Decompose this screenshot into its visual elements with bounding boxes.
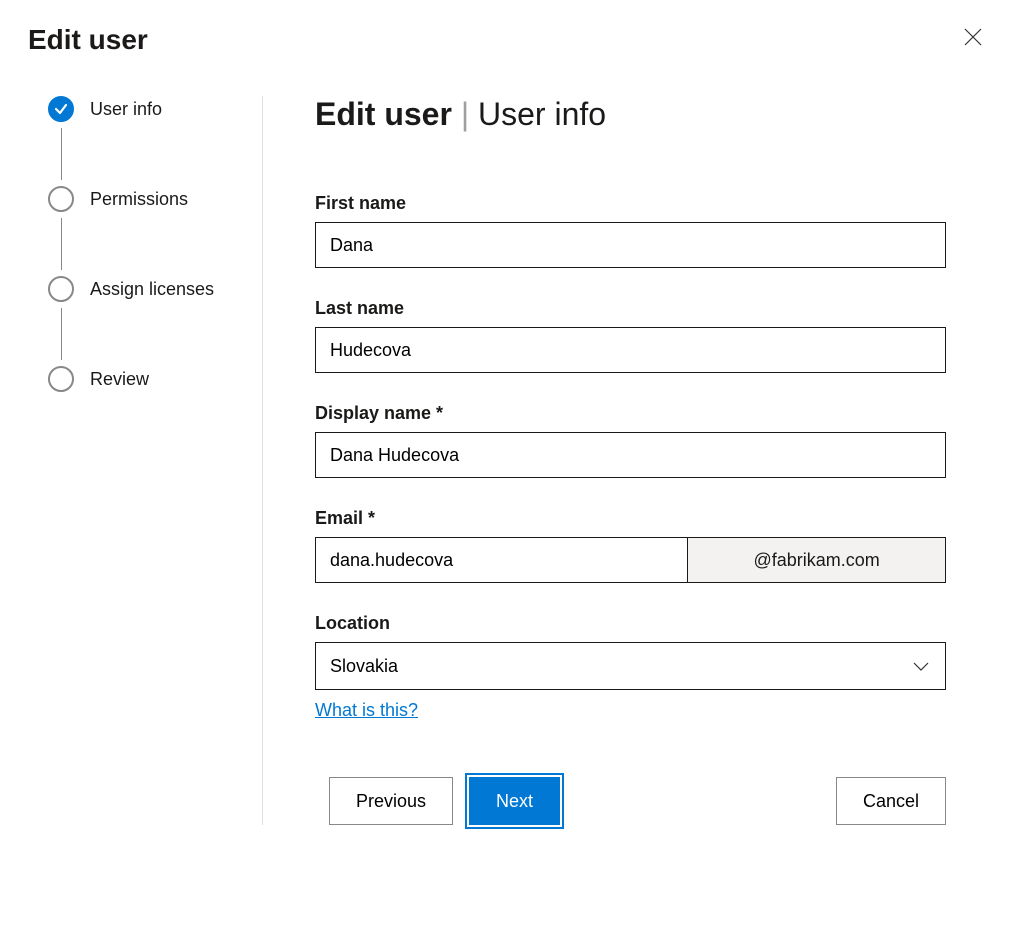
email-local-input[interactable] — [315, 537, 687, 583]
cancel-button[interactable]: Cancel — [836, 777, 946, 825]
previous-button[interactable]: Previous — [329, 777, 453, 825]
display-name-input[interactable] — [315, 432, 946, 478]
email-label: Email * — [315, 508, 946, 529]
wizard-steps: User info Permissions Assign licenses Re… — [28, 96, 263, 825]
page-title: Edit user | User info — [315, 96, 946, 133]
step-label: User info — [90, 99, 162, 120]
location-value: Slovakia — [330, 656, 398, 677]
step-review[interactable]: Review — [48, 366, 252, 392]
last-name-input[interactable] — [315, 327, 946, 373]
next-button[interactable]: Next — [469, 777, 560, 825]
close-icon — [964, 28, 982, 46]
location-select[interactable]: Slovakia — [315, 642, 946, 690]
step-label: Review — [90, 369, 149, 390]
display-name-label: Display name * — [315, 403, 946, 424]
step-circle-icon — [48, 366, 74, 392]
step-permissions[interactable]: Permissions — [48, 186, 252, 212]
step-circle-icon — [48, 276, 74, 302]
email-domain: @fabrikam.com — [687, 537, 946, 583]
step-circle-icon — [48, 186, 74, 212]
check-icon — [48, 96, 74, 122]
step-label: Assign licenses — [90, 279, 214, 300]
first-name-label: First name — [315, 193, 946, 214]
step-user-info[interactable]: User info — [48, 96, 252, 122]
first-name-input[interactable] — [315, 222, 946, 268]
close-button[interactable] — [960, 24, 986, 54]
location-label: Location — [315, 613, 946, 634]
panel-title: Edit user — [28, 24, 148, 56]
last-name-label: Last name — [315, 298, 946, 319]
location-help-link[interactable]: What is this? — [315, 700, 418, 721]
step-label: Permissions — [90, 189, 188, 210]
step-assign-licenses[interactable]: Assign licenses — [48, 276, 252, 302]
chevron-down-icon — [911, 656, 931, 676]
